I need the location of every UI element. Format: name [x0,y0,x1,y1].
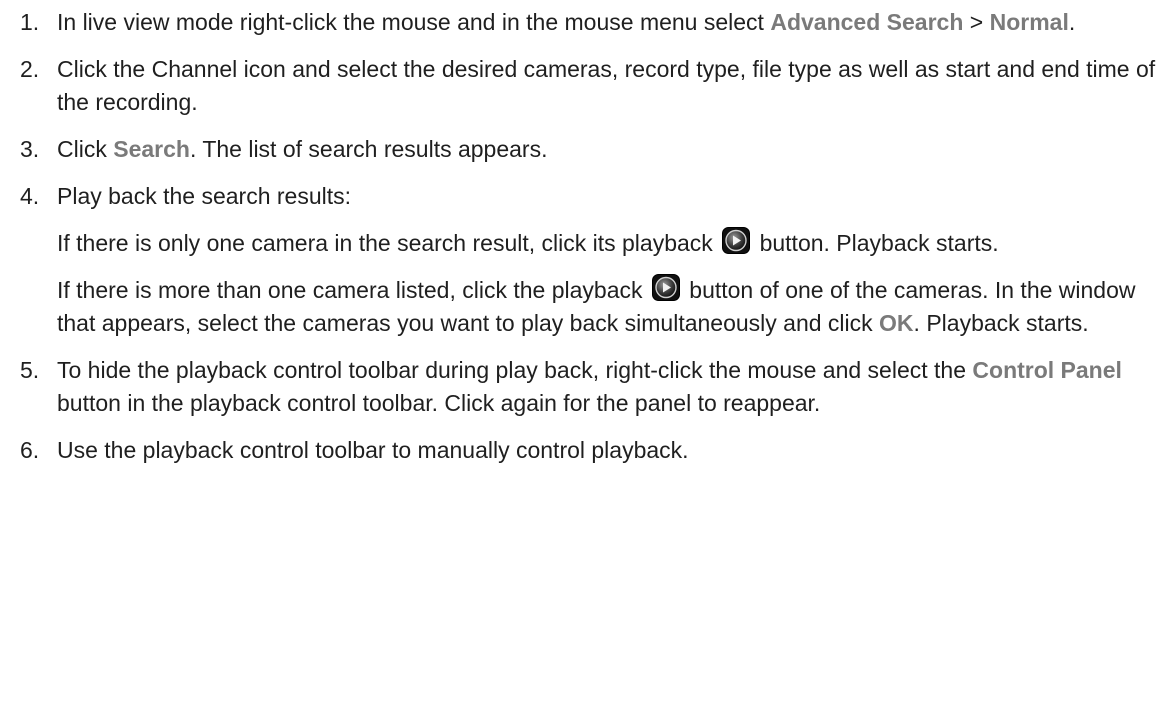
ui-term-search: Search [113,136,190,162]
text-run: . Playback starts. [913,310,1089,336]
step-4-multiple-cameras: If there is more than one camera listed,… [57,274,1161,340]
ui-term-control-panel: Control Panel [972,357,1122,383]
step-number: 2. [20,56,40,82]
step-1: 1. In live view mode right-click the mou… [0,6,1169,39]
step-number: 5. [20,357,40,383]
step-6: 6. Use the playback control toolbar to m… [0,434,1169,467]
step-text: Play back the search results: [57,183,352,209]
text-run: If there is more than one camera listed,… [57,277,649,303]
text-run: Click [57,136,114,162]
step-text: Use the playback control toolbar to manu… [57,437,689,463]
text-run: In live view mode right-click the mouse … [57,9,771,35]
ui-term-advanced-search: Advanced Search [770,9,964,35]
ui-term-ok: OK [879,310,914,336]
text-run: . The list of search results appears. [189,136,548,162]
text-run: . [1068,9,1076,35]
step-number: 3. [20,136,40,162]
step-5: 5. To hide the playback control toolbar … [0,354,1169,420]
step-text: In live view mode right-click the mouse … [57,6,1161,39]
step-4: 4. Play back the search results: If ther… [0,180,1169,340]
text-run: button. Playback starts. [753,230,999,256]
instruction-document: 1. In live view mode right-click the mou… [0,0,1169,710]
step-4-single-camera: If there is only one camera in the searc… [57,227,1161,260]
playback-icon [651,274,680,301]
ui-term-normal: Normal [989,9,1069,35]
step-number: 4. [20,183,40,209]
step-text: Click the Channel icon and select the de… [57,56,1156,115]
text-run: > [963,9,990,35]
step-text: Click Search. The list of search results… [57,133,1161,166]
steps-list: 1. In live view mode right-click the mou… [0,6,1169,467]
text-run: button in the playback control toolbar. … [57,390,821,416]
step-3: 3. Click Search. The list of search resu… [0,133,1169,166]
step-text: To hide the playback control toolbar dur… [57,354,1161,420]
playback-icon [722,227,751,254]
step-number: 1. [20,9,40,35]
step-2: 2. Click the Channel icon and select the… [0,53,1169,119]
text-run: If there is only one camera in the searc… [57,230,720,256]
step-number: 6. [20,437,40,463]
text-run: To hide the playback control toolbar dur… [57,357,973,383]
